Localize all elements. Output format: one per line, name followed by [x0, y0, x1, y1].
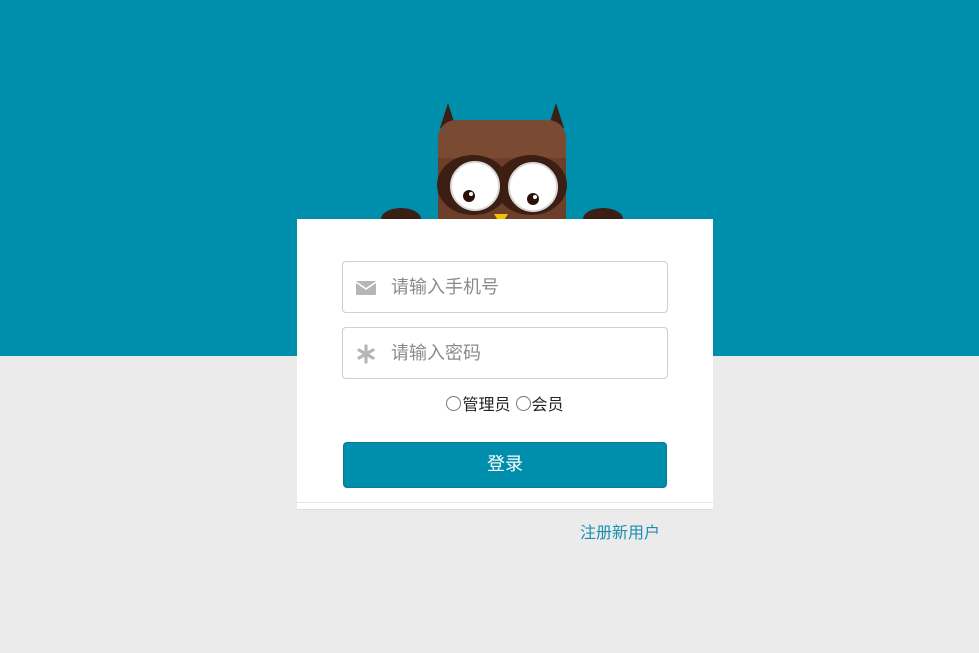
card-divider: [297, 502, 713, 503]
owl-mascot: [381, 103, 623, 234]
login-card: 管理员 会员 登录: [297, 219, 713, 510]
phone-field[interactable]: [342, 261, 668, 313]
role-option-member[interactable]: 会员: [515, 391, 564, 415]
password-field[interactable]: [342, 327, 668, 379]
password-input[interactable]: [391, 328, 661, 378]
role-label-member: 会员: [531, 395, 564, 414]
role-label-admin: 管理员: [462, 395, 511, 414]
card-bottom-border: [297, 509, 713, 510]
role-selector: 管理员 会员: [297, 391, 713, 417]
register-link[interactable]: 注册新用户: [580, 519, 660, 543]
asterisk-icon: [357, 344, 375, 364]
role-radio-admin[interactable]: [446, 395, 462, 411]
login-button[interactable]: 登录: [343, 442, 667, 488]
envelope-icon: [355, 281, 377, 295]
phone-input[interactable]: [391, 262, 661, 312]
role-option-admin[interactable]: 管理员: [446, 391, 510, 415]
role-radio-member[interactable]: [515, 395, 531, 411]
